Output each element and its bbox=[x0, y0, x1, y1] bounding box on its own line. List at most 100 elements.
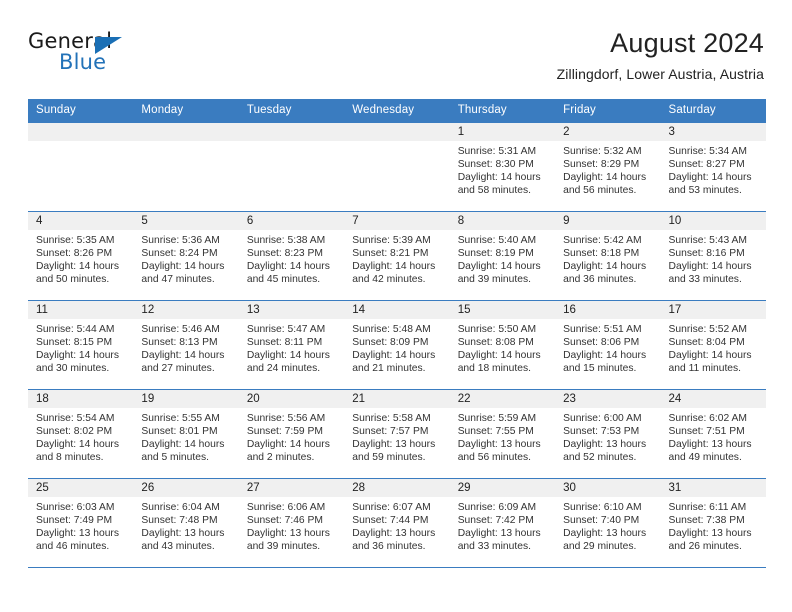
calendar-day-cell[interactable]: 25 Sunrise: 6:03 AM Sunset: 7:49 PM Dayligh… bbox=[28, 478, 134, 568]
day-details: Sunrise: 6:11 AM Sunset: 7:38 PM Daylight:… bbox=[661, 497, 766, 553]
sunset-time: Sunset: 8:27 PM bbox=[668, 159, 745, 171]
day-details: Sunrise: 6:06 AM Sunset: 7:46 PM Daylight:… bbox=[239, 497, 344, 553]
calendar-day-cell[interactable]: 16 Sunrise: 5:51 AM Sunset: 8:06 PM Dayligh… bbox=[555, 300, 661, 390]
day-number: 24 bbox=[660, 390, 766, 408]
daylight-duration-line2: and 18 minutes. bbox=[457, 363, 531, 375]
sunrise-time: Sunrise: 5:47 AM bbox=[246, 324, 326, 335]
daylight-duration-line2: and 5 minutes. bbox=[141, 452, 209, 464]
calendar-day-cell[interactable]: 23 Sunrise: 6:00 AM Sunset: 7:53 PM Dayligh… bbox=[555, 389, 661, 479]
daylight-duration-line1: Daylight: 14 hours bbox=[668, 261, 752, 273]
calendar-week-row: 25 Sunrise: 6:03 AM Sunset: 7:49 PM Dayligh… bbox=[28, 478, 766, 568]
calendar-day-cell[interactable]: 6 Sunrise: 5:38 AM Sunset: 8:23 PM Daylight… bbox=[238, 211, 345, 301]
daylight-duration-line2: and 39 minutes. bbox=[246, 541, 321, 553]
daylight-duration-line1: Daylight: 14 hours bbox=[246, 439, 330, 451]
day-details: Sunrise: 5:59 AM Sunset: 7:55 PM Daylight:… bbox=[450, 408, 555, 464]
day-details: Sunrise: 6:02 AM Sunset: 7:51 PM Daylight:… bbox=[661, 408, 766, 464]
daylight-duration-line2: and 59 minutes. bbox=[352, 452, 426, 464]
calendar-day-cell[interactable]: 18 Sunrise: 5:54 AM Sunset: 8:02 PM Dayligh… bbox=[28, 389, 134, 479]
day-number: 29 bbox=[449, 479, 556, 497]
calendar-day-cell[interactable]: 22 Sunrise: 5:59 AM Sunset: 7:55 PM Dayligh… bbox=[449, 389, 556, 479]
day-number: 1 bbox=[449, 123, 556, 141]
day-details: Sunrise: 5:52 AM Sunset: 8:04 PM Daylight:… bbox=[661, 319, 766, 375]
daylight-duration-line1: Daylight: 14 hours bbox=[457, 172, 541, 184]
sunset-time: Sunset: 8:15 PM bbox=[36, 337, 113, 349]
daylight-duration-line1: Daylight: 14 hours bbox=[563, 350, 647, 362]
calendar-day-cell[interactable]: 11 Sunrise: 5:44 AM Sunset: 8:15 PM Dayligh… bbox=[28, 300, 134, 390]
sunset-time: Sunset: 8:18 PM bbox=[563, 248, 640, 260]
day-details: Sunrise: 6:03 AM Sunset: 7:49 PM Daylight:… bbox=[28, 497, 133, 553]
calendar-day-cell[interactable]: 7 Sunrise: 5:39 AM Sunset: 8:21 PM Daylight… bbox=[344, 211, 450, 301]
sunset-time: Sunset: 8:23 PM bbox=[246, 248, 323, 260]
calendar-day-cell[interactable]: 24 Sunrise: 6:02 AM Sunset: 7:51 PM Dayligh… bbox=[660, 389, 766, 479]
calendar-day-cell[interactable]: 14 Sunrise: 5:48 AM Sunset: 8:09 PM Dayligh… bbox=[344, 300, 450, 390]
calendar-day-cell[interactable]: 4 Sunrise: 5:35 AM Sunset: 8:26 PM Daylight… bbox=[28, 211, 134, 301]
day-details: Sunrise: 6:10 AM Sunset: 7:40 PM Daylight:… bbox=[555, 497, 660, 553]
day-details: Sunrise: 5:44 AM Sunset: 8:15 PM Daylight:… bbox=[28, 319, 133, 375]
day-details: Sunrise: 5:58 AM Sunset: 7:57 PM Daylight:… bbox=[344, 408, 449, 464]
daylight-duration-line2: and 56 minutes. bbox=[457, 452, 531, 464]
daylight-duration-line1: Daylight: 13 hours bbox=[457, 528, 541, 540]
day-details: Sunrise: 6:04 AM Sunset: 7:48 PM Daylight:… bbox=[133, 497, 238, 553]
calendar-day-cell[interactable]: 3 Sunrise: 5:34 AM Sunset: 8:27 PM Daylight… bbox=[660, 122, 766, 212]
daylight-duration-line1: Daylight: 13 hours bbox=[141, 528, 225, 540]
weekday-header-sunday: Sunday bbox=[28, 99, 134, 123]
day-number: 18 bbox=[28, 390, 134, 408]
day-number: 25 bbox=[28, 479, 134, 497]
day-number: 15 bbox=[449, 301, 556, 319]
day-details: Sunrise: 5:48 AM Sunset: 8:09 PM Daylight:… bbox=[344, 319, 449, 375]
calendar-day-cell[interactable]: 17 Sunrise: 5:52 AM Sunset: 8:04 PM Dayligh… bbox=[660, 300, 766, 390]
daylight-duration-line1: Daylight: 14 hours bbox=[141, 439, 225, 451]
day-number: 27 bbox=[238, 479, 345, 497]
calendar-day-cell[interactable]: 9 Sunrise: 5:42 AM Sunset: 8:18 PM Daylight… bbox=[555, 211, 661, 301]
weekday-header-thursday: Thursday bbox=[449, 99, 556, 123]
calendar-day-cell[interactable]: 21 Sunrise: 5:58 AM Sunset: 7:57 PM Dayligh… bbox=[344, 389, 450, 479]
day-details: Sunrise: 5:56 AM Sunset: 7:59 PM Daylight:… bbox=[239, 408, 344, 464]
day-details: Sunrise: 5:38 AM Sunset: 8:23 PM Daylight:… bbox=[239, 230, 344, 286]
calendar-day-cell[interactable]: 8 Sunrise: 5:40 AM Sunset: 8:19 PM Daylight… bbox=[449, 211, 556, 301]
calendar-day-cell[interactable]: 31 Sunrise: 6:11 AM Sunset: 7:38 PM Dayligh… bbox=[660, 478, 766, 568]
sunset-time: Sunset: 7:42 PM bbox=[457, 515, 534, 527]
day-number: 6 bbox=[238, 212, 345, 230]
sunrise-time: Sunrise: 5:59 AM bbox=[457, 413, 537, 424]
calendar-day-cell[interactable]: 2 Sunrise: 5:32 AM Sunset: 8:29 PM Daylight… bbox=[555, 122, 661, 212]
day-number: 28 bbox=[344, 479, 450, 497]
calendar-day-cell[interactable]: 27 Sunrise: 6:06 AM Sunset: 7:46 PM Dayligh… bbox=[238, 478, 345, 568]
sunrise-time: Sunrise: 5:35 AM bbox=[36, 235, 115, 246]
day-number: 13 bbox=[238, 301, 345, 319]
calendar-day-cell[interactable]: 26 Sunrise: 6:04 AM Sunset: 7:48 PM Dayligh… bbox=[133, 478, 239, 568]
calendar-cell-empty bbox=[238, 122, 345, 212]
calendar-day-cell[interactable]: 10 Sunrise: 5:43 AM Sunset: 8:16 PM Dayligh… bbox=[660, 211, 766, 301]
calendar-day-cell[interactable]: 30 Sunrise: 6:10 AM Sunset: 7:40 PM Dayligh… bbox=[555, 478, 661, 568]
day-number: 17 bbox=[660, 301, 766, 319]
calendar-day-cell[interactable]: 13 Sunrise: 5:47 AM Sunset: 8:11 PM Dayligh… bbox=[238, 300, 345, 390]
daylight-duration-line2: and 8 minutes. bbox=[36, 452, 104, 464]
calendar-week-row: 18 Sunrise: 5:54 AM Sunset: 8:02 PM Dayligh… bbox=[28, 389, 766, 479]
daylight-duration-line2: and 50 minutes. bbox=[36, 274, 110, 286]
daylight-duration-line1: Daylight: 13 hours bbox=[246, 528, 330, 540]
day-details: Sunrise: 5:42 AM Sunset: 8:18 PM Daylight:… bbox=[555, 230, 660, 286]
daylight-duration-line2: and 24 minutes. bbox=[246, 363, 321, 375]
calendar-day-cell[interactable]: 1 Sunrise: 5:31 AM Sunset: 8:30 PM Daylight… bbox=[449, 122, 556, 212]
daylight-duration-line1: Daylight: 13 hours bbox=[457, 439, 541, 451]
calendar-day-cell[interactable]: 19 Sunrise: 5:55 AM Sunset: 8:01 PM Dayligh… bbox=[133, 389, 239, 479]
calendar-day-cell[interactable]: 28 Sunrise: 6:07 AM Sunset: 7:44 PM Dayligh… bbox=[344, 478, 450, 568]
daylight-duration-line2: and 53 minutes. bbox=[668, 185, 742, 197]
calendar-day-cell[interactable]: 20 Sunrise: 5:56 AM Sunset: 7:59 PM Dayligh… bbox=[238, 389, 345, 479]
sunset-time: Sunset: 8:30 PM bbox=[457, 159, 534, 171]
day-details: Sunrise: 6:00 AM Sunset: 7:53 PM Daylight:… bbox=[555, 408, 660, 464]
daylight-duration-line1: Daylight: 14 hours bbox=[563, 261, 647, 273]
page-subtitle: Zillingdorf, Lower Austria, Austria bbox=[556, 66, 764, 83]
sunset-time: Sunset: 7:46 PM bbox=[246, 515, 323, 527]
daylight-duration-line2: and 42 minutes. bbox=[352, 274, 426, 286]
brand-logo[interactable]: General Blue bbox=[28, 28, 148, 76]
calendar-body: 1 Sunrise: 5:31 AM Sunset: 8:30 PM Daylight… bbox=[28, 122, 766, 568]
calendar-day-cell[interactable]: 15 Sunrise: 5:50 AM Sunset: 8:08 PM Dayligh… bbox=[449, 300, 556, 390]
calendar-day-cell[interactable]: 5 Sunrise: 5:36 AM Sunset: 8:24 PM Daylight… bbox=[133, 211, 239, 301]
sunrise-time: Sunrise: 5:48 AM bbox=[352, 324, 431, 335]
sunrise-time: Sunrise: 5:56 AM bbox=[246, 413, 326, 424]
calendar-day-cell[interactable]: 12 Sunrise: 5:46 AM Sunset: 8:13 PM Dayligh… bbox=[133, 300, 239, 390]
day-details: Sunrise: 5:31 AM Sunset: 8:30 PM Daylight:… bbox=[450, 141, 555, 197]
sunset-time: Sunset: 7:48 PM bbox=[141, 515, 218, 527]
day-number: 20 bbox=[238, 390, 345, 408]
calendar-day-cell[interactable]: 29 Sunrise: 6:09 AM Sunset: 7:42 PM Dayligh… bbox=[449, 478, 556, 568]
